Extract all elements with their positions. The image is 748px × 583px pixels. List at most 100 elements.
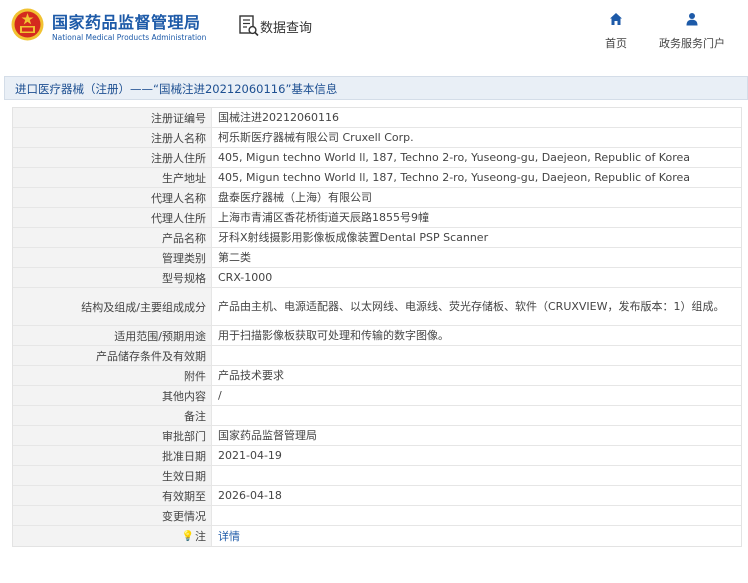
row-value-text: 2021-04-19 xyxy=(218,449,282,462)
row-label-text: 代理人名称 xyxy=(151,191,206,205)
row-label: 生效日期 xyxy=(13,466,212,485)
nav-home-label: 首页 xyxy=(605,37,627,50)
row-value: 2026-04-18 xyxy=(212,486,741,505)
table-row: 变更情况 xyxy=(13,506,741,526)
row-label-text: 注 xyxy=(195,530,206,543)
breadcrumb: 进口医疗器械（注册）——“国械注进20212060116”基本信息 xyxy=(4,76,748,100)
row-label: 结构及组成/主要组成成分 xyxy=(13,288,212,325)
row-value-text: 产品技术要求 xyxy=(218,369,284,382)
detail-table: 注册证编号 国械注进20212060116 注册人名称 柯乐斯医疗器械有限公司 Cru… xyxy=(12,107,742,547)
table-row: 备注 xyxy=(13,406,741,426)
row-value: 2021-04-19 xyxy=(212,446,741,465)
row-value: 详情 xyxy=(212,526,741,546)
row-value: 柯乐斯医疗器械有限公司 Cruxell Corp. xyxy=(212,128,741,147)
row-value-text: 国械注进20212060116 xyxy=(218,111,339,124)
row-value: 上海市青浦区香花桥街道天辰路1855号9幢 xyxy=(212,208,741,227)
row-value-text: 上海市青浦区香花桥街道天辰路1855号9幢 xyxy=(218,211,429,224)
row-label: 管理类别 xyxy=(13,248,212,267)
table-row: 附件 产品技术要求 xyxy=(13,366,741,386)
row-label-text: 产品储存条件及有效期 xyxy=(96,349,206,363)
row-label: 注册人住所 xyxy=(13,148,212,167)
row-label: 代理人名称 xyxy=(13,188,212,207)
nav-home-link[interactable]: 首页 xyxy=(596,12,636,51)
table-row: 其他内容 / xyxy=(13,386,741,406)
row-label-text: 变更情况 xyxy=(162,509,206,523)
row-value-text: 柯乐斯医疗器械有限公司 Cruxell Corp. xyxy=(218,131,414,144)
row-label-text: 产品名称 xyxy=(162,231,206,245)
table-row: 生产地址 405, Migun techno World ll, 187, Tec… xyxy=(13,168,741,188)
row-label: 附件 xyxy=(13,366,212,385)
table-row: 型号规格 CRX-1000 xyxy=(13,268,741,288)
table-row: 有效期至 2026-04-18 xyxy=(13,486,741,506)
user-icon xyxy=(686,13,698,26)
table-row: 管理类别 第二类 xyxy=(13,248,741,268)
details-link[interactable]: 详情 xyxy=(218,529,240,544)
row-label-text: 结构及组成/主要组成成分 xyxy=(81,300,206,314)
row-value-text: 2026-04-18 xyxy=(218,489,282,502)
row-value: 产品由主机、电源适配器、以太网线、电源线、荧光存储板、软件（CRUXVIEW，发… xyxy=(212,288,741,325)
row-value-text: 牙科X射线摄影用影像板成像装置Dental PSP Scanner xyxy=(218,231,489,244)
row-label: 审批部门 xyxy=(13,426,212,445)
row-label-text: 附件 xyxy=(184,369,206,383)
row-label: 其他内容 xyxy=(13,386,212,405)
table-row: 代理人名称 盘泰医疗器械（上海）有限公司 xyxy=(13,188,741,208)
row-value: 牙科X射线摄影用影像板成像装置Dental PSP Scanner xyxy=(212,228,741,247)
row-value-text: 国家药品监督管理局 xyxy=(218,429,317,442)
row-value-text: 405, Migun techno World ll, 187, Techno … xyxy=(218,171,690,184)
row-value-text: 盘泰医疗器械（上海）有限公司 xyxy=(218,191,372,204)
row-label-text: 审批部门 xyxy=(162,429,206,443)
row-value-text: / xyxy=(218,389,222,402)
row-value-text: 405, Migun techno World ll, 187, Techno … xyxy=(218,151,690,164)
row-label-text: 生产地址 xyxy=(162,171,206,185)
row-value-text: 第二类 xyxy=(218,251,251,264)
row-label: 备注 xyxy=(13,406,212,425)
table-row: 注册证编号 国械注进20212060116 xyxy=(13,108,741,128)
row-label-text: 生效日期 xyxy=(162,469,206,483)
row-value-text: 产品由主机、电源适配器、以太网线、电源线、荧光存储板、软件（CRUXVIEW，发… xyxy=(218,300,725,313)
row-value xyxy=(212,466,741,485)
table-row: 审批部门 国家药品监督管理局 xyxy=(13,426,741,446)
row-label-text: 管理类别 xyxy=(162,251,206,265)
row-label-text: 注册人名称 xyxy=(151,131,206,145)
row-label-text: 其他内容 xyxy=(162,389,206,403)
row-value: / xyxy=(212,386,741,405)
row-value: 国家药品监督管理局 xyxy=(212,426,741,445)
table-row: 代理人住所 上海市青浦区香花桥街道天辰路1855号9幢 xyxy=(13,208,741,228)
nav-service-label: 政务服务门户 xyxy=(659,37,725,50)
row-value: 用于扫描影像板获取可处理和传输的数字图像。 xyxy=(212,326,741,345)
row-value: 405, Migun techno World ll, 187, Techno … xyxy=(212,148,741,167)
row-label-text: 有效期至 xyxy=(162,489,206,503)
table-row: 适用范围/预期用途 用于扫描影像板获取可处理和传输的数字图像。 xyxy=(13,326,741,346)
row-value xyxy=(212,346,741,365)
nav-service-portal-link[interactable]: 政务服务门户 xyxy=(652,12,732,51)
row-label-text: 注册人住所 xyxy=(151,151,206,165)
row-label: 有效期至 xyxy=(13,486,212,505)
section-title: 数据查询 xyxy=(260,21,313,36)
lightbulb-icon: 💡 xyxy=(181,530,194,542)
table-row: 批准日期 2021-04-19 xyxy=(13,446,741,466)
row-value xyxy=(212,406,741,425)
row-label: 生产地址 xyxy=(13,168,212,187)
row-value: 国械注进20212060116 xyxy=(212,108,741,127)
row-value: 第二类 xyxy=(212,248,741,267)
table-row: 结构及组成/主要组成成分 产品由主机、电源适配器、以太网线、电源线、荧光存储板、软… xyxy=(13,288,741,326)
row-label: 💡 注 xyxy=(13,526,212,546)
row-value: 405, Migun techno World ll, 187, Techno … xyxy=(212,168,741,187)
brand-name-en: National Medical Products Administration xyxy=(52,33,207,42)
row-label-text: 代理人住所 xyxy=(151,211,206,225)
row-label: 型号规格 xyxy=(13,268,212,287)
row-value: CRX-1000 xyxy=(212,268,741,287)
row-label: 批准日期 xyxy=(13,446,212,465)
row-label: 注册人名称 xyxy=(13,128,212,147)
row-label-text: 批准日期 xyxy=(162,449,206,463)
data-query-icon xyxy=(239,15,259,37)
row-value: 产品技术要求 xyxy=(212,366,741,385)
row-value xyxy=(212,506,741,525)
row-label: 注册证编号 xyxy=(13,108,212,127)
row-label-text: 备注 xyxy=(184,409,206,423)
home-icon xyxy=(610,13,622,25)
row-value-text: CRX-1000 xyxy=(218,271,273,284)
nmpa-emblem-logo xyxy=(11,8,44,41)
brand-name-cn: 国家药品监督管理局 xyxy=(52,13,201,32)
row-label: 变更情况 xyxy=(13,506,212,525)
